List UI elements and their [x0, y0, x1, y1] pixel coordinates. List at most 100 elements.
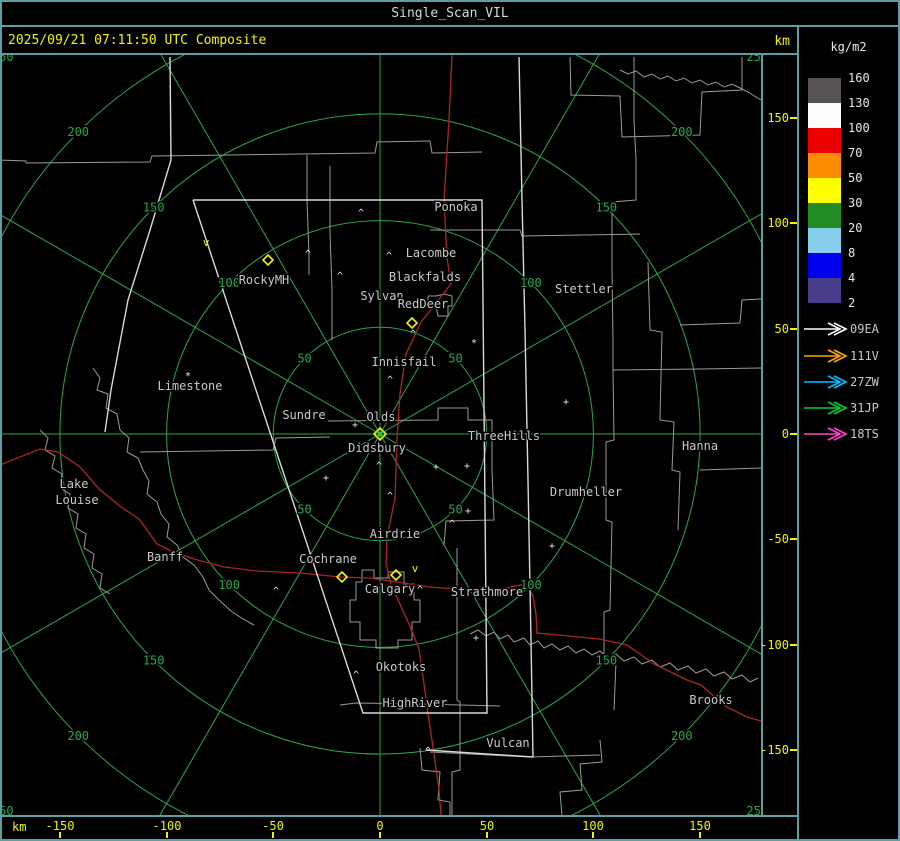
colorbar-value-label: 20: [848, 221, 863, 235]
storm-cell-diamond: [405, 316, 419, 330]
bottom-axis-tick-label: -100: [152, 819, 182, 833]
azimuth-spoke: [379, 433, 601, 815]
place-label: Lacombe: [406, 246, 457, 260]
county-boundary: [139, 436, 331, 453]
colorbar-swatch: [808, 203, 841, 228]
storm-motion-chevron: v: [412, 562, 419, 575]
place-label: Blackfalds: [389, 270, 461, 284]
ring-distance-label: 200: [671, 729, 693, 743]
place-label: ThreeHills: [468, 429, 540, 443]
bottom-axis-tick-label: 100: [582, 819, 604, 833]
colorbar-unit-label: kg/m2: [830, 40, 867, 54]
county-boundary: [699, 467, 761, 471]
bottom-axis-tick-label: -150: [45, 819, 75, 833]
azimuth-spoke: [159, 433, 381, 815]
storm-track-arrow: [804, 427, 848, 441]
azimuth-spoke: [379, 433, 761, 655]
right-axis-tick: [790, 749, 797, 751]
scan-area-outline: [425, 56, 534, 758]
storm-track-id-label: 111V: [850, 349, 879, 363]
place-label: Hanna: [682, 439, 718, 453]
bottom-axis-tick: [272, 832, 274, 838]
town-marker: ^: [376, 461, 382, 472]
storm-cell-diamond: [261, 253, 275, 267]
ring-distance-label: 50: [448, 502, 462, 516]
town-marker: +: [549, 541, 555, 552]
town-marker: ^: [386, 251, 392, 262]
county-boundary: [329, 166, 333, 340]
bottom-axis-unit-label: km: [12, 820, 27, 834]
storm-track-id-label: 09EA: [850, 322, 879, 336]
ring-distance-label: 200: [67, 125, 89, 139]
place-label: Louise: [55, 493, 98, 507]
colorbar-swatch: [808, 153, 841, 178]
storm-motion-chevron: v: [203, 236, 210, 249]
town-marker: ^: [410, 329, 416, 340]
ring-distance-label: 50: [448, 352, 462, 366]
ring-distance-label: 200: [67, 729, 89, 743]
colorbar-value-label: 50: [848, 171, 863, 185]
colorbar-swatch: [808, 178, 841, 203]
colorbar-value-label: 30: [848, 196, 863, 210]
colorbar-swatch: [808, 278, 841, 303]
town-marker: ^: [273, 586, 279, 597]
town-marker: +: [464, 461, 470, 472]
right-axis-tick: [790, 222, 797, 224]
place-label: HighRiver: [382, 696, 447, 710]
county-boundary: [569, 56, 743, 138]
ring-distance-label: 150: [595, 653, 617, 667]
place-label: Banff: [147, 550, 183, 564]
town-marker: +: [352, 420, 358, 431]
bottom-axis-tick-label: 150: [689, 819, 711, 833]
right-axis-tick: [790, 328, 797, 330]
town-marker: +: [433, 462, 439, 473]
radar-app-window: Single_Scan_VIL 2025/09/21 07:11:50 UTC …: [0, 0, 900, 841]
colorbar-value-label: 2: [848, 296, 856, 310]
colorbar-value-label: 4: [848, 271, 856, 285]
azimuth-spoke: [160, 55, 381, 435]
place-label: Didsbury: [348, 441, 406, 455]
right-axis-tick: [790, 433, 797, 435]
storm-track-id-label: 31JP: [850, 401, 879, 415]
bottom-axis-tick-label: 50: [479, 819, 495, 833]
storm-track-id-label: 18TS: [850, 427, 879, 441]
colorbar-swatch: [808, 78, 841, 103]
ring-distance-label: 250: [746, 55, 761, 64]
ring-distance-label: 50: [297, 352, 311, 366]
place-label: Airdrie: [370, 527, 421, 541]
colorbar-value-label: 70: [848, 146, 863, 160]
town-marker: +: [323, 473, 329, 484]
county-boundary: [647, 261, 681, 531]
ring-distance-label: 250: [2, 804, 14, 815]
bottom-axis-tick: [59, 832, 61, 838]
right-axis-tick: [790, 538, 797, 540]
bottom-axis-tick: [592, 832, 594, 838]
storm-track-arrow: [804, 322, 848, 336]
legend-panel-border: [797, 25, 799, 841]
storm-track-arrow: [804, 375, 848, 389]
storm-track-arrow: [804, 401, 848, 415]
place-label: Lake: [60, 477, 89, 491]
town-marker: ^: [353, 670, 359, 681]
town-marker: ^: [305, 249, 311, 260]
county-boundary: [619, 69, 761, 101]
bottom-axis-tick-label: -50: [262, 819, 284, 833]
town-marker: ^: [337, 271, 343, 282]
place-label: Sundre: [282, 408, 325, 422]
place-label: Strathmore: [451, 585, 523, 599]
storm-track-id-label: 27ZW: [850, 375, 879, 389]
scan-area-outline: [104, 56, 172, 433]
bottom-axis-tick: [699, 832, 701, 838]
town-marker: ^: [387, 375, 393, 386]
county-boundary: [612, 367, 761, 371]
town-marker: +: [563, 397, 569, 408]
radar-map-display[interactable]: 50 50 50 50 100 100 100 100 150 150 150 150 200 200 20…: [2, 55, 761, 815]
colorbar-swatch: [808, 103, 841, 128]
colorbar-value-label: 100: [848, 121, 870, 135]
town-marker: +: [473, 633, 479, 644]
ring-distance-label: 250: [746, 804, 761, 815]
place-label: Limestone: [157, 379, 222, 393]
place-label: Innisfail: [371, 355, 436, 369]
colorbar-swatch: [808, 228, 841, 253]
titlebar-divider: [0, 25, 900, 27]
